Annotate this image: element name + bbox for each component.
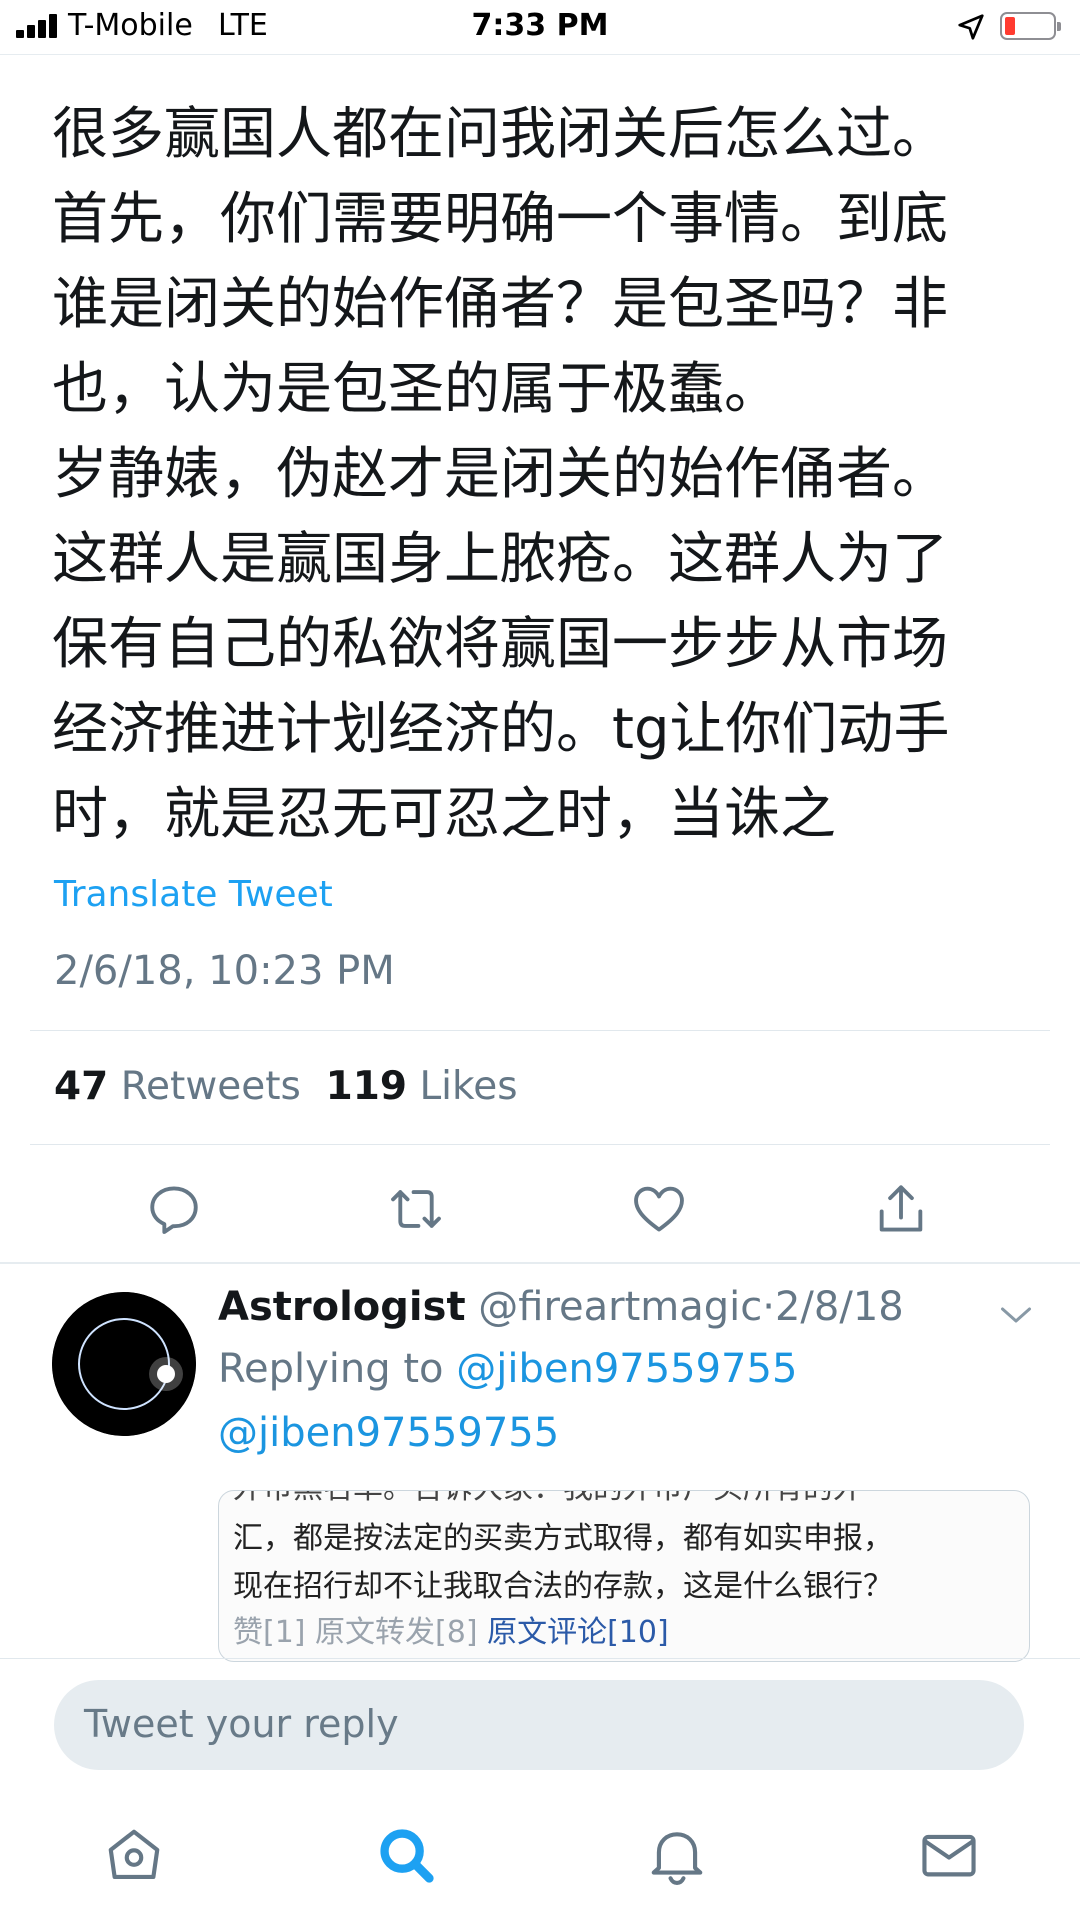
reply-header: Astrologist @fireartmagic·2/8/18: [218, 1284, 904, 1330]
notifications-icon[interactable]: [646, 1824, 708, 1886]
tweet-actions: [0, 1170, 1080, 1240]
tweet-text-line: 首先，你们需要明确一个事情。到底: [52, 187, 948, 252]
eclipse-avatar-image: [52, 1292, 196, 1436]
chevron-down-icon[interactable]: [998, 1300, 1034, 1330]
tweet-text-line: 这群人是赢国身上脓疮。这群人为了: [52, 527, 948, 592]
avatar[interactable]: [52, 1292, 196, 1436]
replying-to: Replying to @jiben97559755: [218, 1346, 797, 1392]
translate-tweet-link[interactable]: Translate Tweet: [54, 874, 333, 915]
battery-icon: [1000, 12, 1061, 40]
image-text-line: 现在招行却不让我取合法的存款，这是什么银行？: [233, 1569, 893, 1604]
likes-count: 119: [325, 1064, 408, 1109]
tweet-text-line: 谁是闭关的始作俑者？是包圣吗？非: [52, 272, 948, 337]
retweets-label: Retweets: [120, 1064, 301, 1109]
likes-stat[interactable]: 119 Likes: [326, 1064, 518, 1109]
tweet-text: 很多赢国人都在问我闭关后怎么过。 首先，你们需要明确一个事情。到底 谁是闭关的始…: [52, 92, 1042, 857]
image-text-line: 外币黑名单。告诉大家：我的外币户头所有的外: [233, 1491, 863, 1511]
reply-image[interactable]: 外币黑名单。告诉大家：我的外币户头所有的外 汇，都是按法定的买卖方式取得，都有如…: [218, 1490, 1030, 1662]
image-footer-stats: 赞[1] 原文转发[8]: [233, 1615, 478, 1650]
reply-author-name[interactable]: Astrologist: [218, 1284, 466, 1330]
reply-input[interactable]: Tweet your reply: [54, 1680, 1024, 1770]
tweet-text-line: 保有自己的私欲将赢国一步步从市场: [52, 612, 948, 677]
tweet-timestamp: 2/6/18, 10:23 PM: [54, 948, 395, 994]
divider: [30, 1144, 1050, 1145]
tweet-text-line: 很多赢国人都在问我闭关后怎么过。: [52, 102, 948, 167]
tab-bar: [0, 1806, 1080, 1906]
messages-icon[interactable]: [918, 1824, 980, 1886]
like-icon[interactable]: [630, 1180, 688, 1238]
image-footer-link: 原文评论[10]: [487, 1615, 669, 1650]
reply-body-mention[interactable]: @jiben97559755: [218, 1410, 559, 1456]
status-time: 7:33 PM: [471, 8, 609, 43]
replying-to-label: Replying to: [218, 1346, 444, 1392]
reply-input-placeholder: Tweet your reply: [84, 1702, 399, 1746]
dot-separator: ·: [762, 1284, 775, 1330]
compose-separator: [0, 1658, 1080, 1659]
tweet-text-line: 岁静婊，伪赵才是闭关的始作俑者。: [52, 442, 948, 507]
retweets-count: 47: [54, 1064, 109, 1109]
likes-label: Likes: [419, 1064, 518, 1109]
divider: [30, 1030, 1050, 1031]
replying-to-handle[interactable]: @jiben97559755: [456, 1346, 797, 1392]
reply-date: 2/8/18: [774, 1284, 904, 1330]
image-text-footer: 赞[1] 原文转发[8] 原文评论[10]: [233, 1611, 669, 1655]
status-bar: T-Mobile LTE 7:33 PM: [0, 0, 1080, 55]
tweet-stats: 47 Retweets 119 Likes: [54, 1064, 518, 1109]
reply-icon[interactable]: [145, 1180, 203, 1238]
retweet-icon[interactable]: [387, 1180, 445, 1238]
share-icon[interactable]: [872, 1180, 930, 1238]
tweet-text-line: 时，就是忍无可忍之时，当诛之: [52, 782, 836, 847]
home-icon[interactable]: [103, 1824, 165, 1886]
tweet-text-line: 经济推进计划经济的。tg让你们动手: [52, 697, 950, 762]
tweet-text-line: 也，认为是包圣的属于极蠢。: [52, 357, 780, 422]
reply-author-handle[interactable]: @fireartmagic: [478, 1284, 762, 1330]
location-arrow-icon: [958, 14, 984, 40]
section-separator: [0, 1262, 1080, 1264]
search-icon[interactable]: [375, 1824, 437, 1886]
image-text-line: 汇，都是按法定的买卖方式取得，都有如实申报，: [233, 1521, 893, 1556]
retweets-stat[interactable]: 47 Retweets: [54, 1064, 301, 1109]
